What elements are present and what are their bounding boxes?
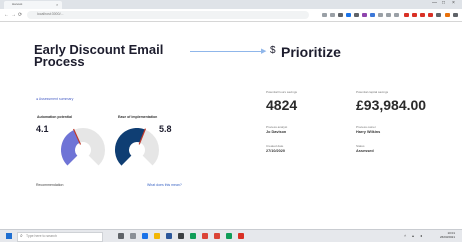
automation-value: 4.1 bbox=[36, 124, 49, 134]
assessment-summary-link[interactable]: ● Assessment summary bbox=[36, 97, 73, 101]
tab-title: Harvest bbox=[12, 2, 23, 6]
maximize-icon[interactable]: □ bbox=[442, 0, 445, 6]
edge-icon[interactable] bbox=[142, 233, 148, 239]
browser-tab-strip: Harvest × — □ × bbox=[0, 0, 462, 9]
extension-icon[interactable] bbox=[346, 13, 351, 17]
taskbar-app-icon[interactable] bbox=[190, 233, 196, 239]
ease-gauge-fill bbox=[115, 128, 146, 166]
status-label: Status bbox=[356, 144, 365, 148]
extension-icon[interactable] bbox=[362, 13, 367, 17]
automation-label: Automation potential bbox=[37, 115, 72, 119]
file-explorer-icon[interactable] bbox=[154, 233, 160, 239]
word-icon[interactable] bbox=[166, 233, 172, 239]
tray-chevron-icon[interactable]: ˄ bbox=[404, 233, 406, 238]
page-title: Early Discount Email Process bbox=[34, 42, 164, 69]
close-window-icon[interactable]: × bbox=[452, 0, 455, 6]
dollar-icon: $ bbox=[270, 45, 276, 56]
hours-savings-value: 4824 bbox=[266, 97, 298, 113]
automation-gauge bbox=[61, 128, 105, 166]
taskbar-app-icon[interactable] bbox=[178, 233, 184, 239]
screen: Harvest × — □ × ← → ⟳ localhost:3000/... bbox=[0, 0, 462, 242]
process-analyst-label: Process analyst bbox=[266, 125, 288, 129]
taskbar-app-icon[interactable] bbox=[226, 233, 232, 239]
process-owner-label: Process owner bbox=[356, 125, 376, 129]
process-analyst-value: Jo Davison bbox=[266, 130, 287, 134]
forward-icon[interactable]: → bbox=[11, 12, 16, 18]
arrow-right-icon: ▶ bbox=[261, 48, 267, 55]
extension-icon[interactable] bbox=[412, 13, 417, 17]
chrome-icon[interactable] bbox=[202, 233, 208, 239]
recommendation-label: Recommendation bbox=[36, 183, 64, 187]
browser-toolbar: ← → ⟳ localhost:3000/... bbox=[0, 9, 462, 22]
reload-icon[interactable]: ⟳ bbox=[18, 12, 22, 18]
extension-icon[interactable] bbox=[420, 13, 425, 17]
taskbar-app-icon[interactable] bbox=[238, 233, 244, 239]
capital-savings-value: £93,984.00 bbox=[356, 97, 427, 113]
windows-start-icon[interactable] bbox=[6, 233, 12, 239]
extension-icon[interactable] bbox=[378, 13, 383, 17]
taskbar-app-icon[interactable] bbox=[214, 233, 220, 239]
volume-icon[interactable]: ◂ bbox=[420, 233, 422, 238]
created-date-value: 27/10/2020 bbox=[266, 149, 286, 153]
ease-label: Ease of implementation bbox=[118, 115, 158, 119]
created-date-label: Created date bbox=[266, 144, 284, 148]
ease-gauge bbox=[115, 128, 159, 166]
back-icon[interactable]: ← bbox=[4, 12, 9, 18]
search-icon: ⌕ bbox=[20, 233, 23, 239]
tray-date: 26/03/2021 bbox=[439, 235, 455, 239]
taskbar-search-placeholder: Type here to search bbox=[26, 234, 57, 238]
extension-icon[interactable] bbox=[386, 13, 391, 17]
profile-avatar[interactable] bbox=[445, 13, 450, 17]
address-bar[interactable]: localhost:3000/... bbox=[27, 11, 309, 19]
hours-savings-label: Potential hours savings bbox=[266, 90, 298, 94]
extension-icon[interactable] bbox=[436, 13, 441, 17]
menu-icon[interactable] bbox=[453, 13, 458, 17]
what-does-this-mean-link[interactable]: What does this mean? bbox=[147, 183, 182, 187]
extension-icon[interactable] bbox=[338, 13, 343, 17]
browser-tab[interactable]: Harvest × bbox=[4, 1, 62, 9]
network-icon[interactable]: ▴ bbox=[412, 233, 414, 238]
status-value: Assessed bbox=[356, 149, 374, 153]
minimize-icon[interactable]: — bbox=[432, 0, 437, 6]
extension-icon[interactable] bbox=[394, 13, 399, 17]
extension-icon[interactable] bbox=[322, 13, 327, 17]
task-view-icon[interactable] bbox=[118, 233, 124, 239]
extension-icon[interactable] bbox=[330, 13, 335, 17]
extension-icon[interactable] bbox=[370, 13, 375, 17]
extension-icon[interactable] bbox=[404, 13, 409, 17]
arrow-line bbox=[190, 51, 264, 52]
taskbar-app-icon[interactable] bbox=[130, 233, 136, 239]
tab-close-icon[interactable]: × bbox=[56, 2, 58, 7]
assessment-summary-label: Assessment summary bbox=[38, 97, 74, 101]
extension-icon[interactable] bbox=[428, 13, 433, 17]
taskbar: ⌕ Type here to search ˄ ▴ ◂ 10:01 26/03/… bbox=[0, 229, 462, 242]
extension-icon[interactable] bbox=[354, 13, 359, 17]
prioritize-title: Prioritize bbox=[281, 44, 341, 60]
capital-savings-label: Potential capital savings bbox=[356, 90, 389, 94]
tray-clock[interactable]: 10:01 26/03/2021 bbox=[433, 231, 455, 239]
automation-gauge-fill bbox=[61, 129, 81, 166]
process-owner-value: Harry Wilkins bbox=[356, 130, 381, 134]
address-text: localhost:3000/... bbox=[37, 12, 64, 16]
